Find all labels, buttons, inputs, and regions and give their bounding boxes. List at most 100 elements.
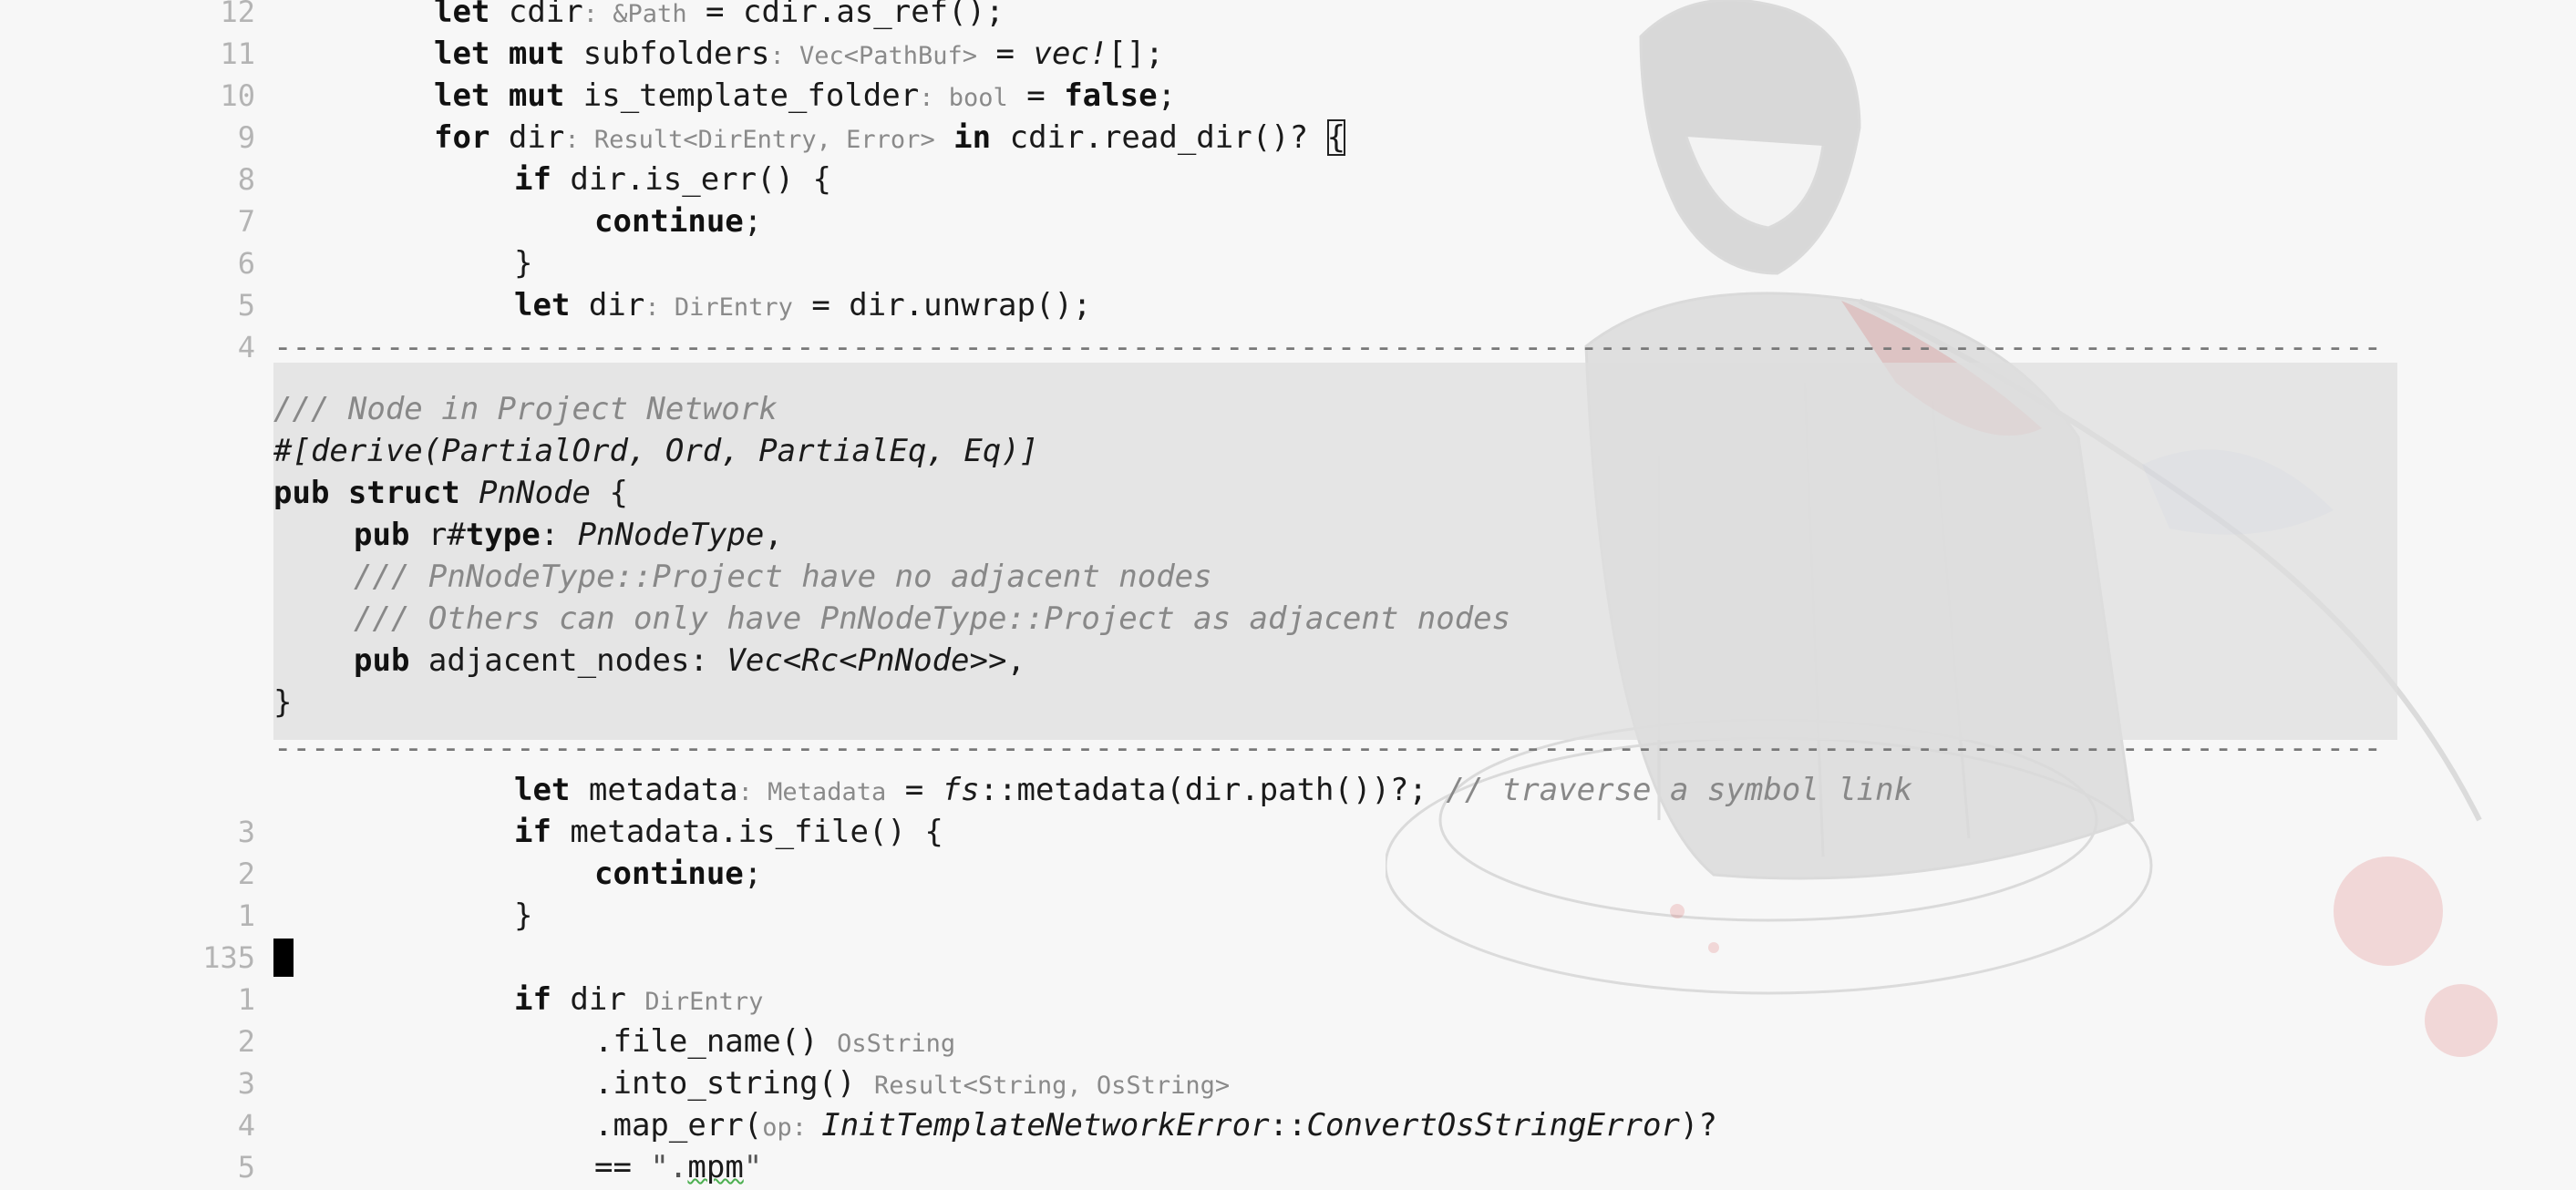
code-token: metadata <box>588 772 738 808</box>
inlay-type-hint: OsString <box>837 1030 956 1058</box>
code-line[interactable]: 1 if dir DirEntry <box>0 979 2461 1021</box>
separator-line: ----------------------------------------… <box>0 727 2461 769</box>
code-line[interactable]: 10 let mut is_template_folder: bool = fal… <box>0 75 2461 117</box>
line-number: 11 <box>220 36 255 71</box>
code-line[interactable]: pub adjacent_nodes: Vec<Rc<PnNode>>, <box>0 640 2461 682</box>
code-token: .map_err( <box>594 1107 763 1144</box>
code-comment: /// Node in Project Network <box>273 391 778 427</box>
code-comment: /// Others can only have PnNodeType::Pro… <box>354 600 1511 637</box>
code-line[interactable]: pub struct PnNode { <box>0 472 2461 514</box>
inlay-type-hint: DirEntry <box>644 988 764 1016</box>
code-token: #[derive(PartialOrd, Ord, PartialEq, Eq)… <box>273 433 1039 469</box>
code-line[interactable]: 12 let cdir: &Path = cdir.as_ref(); <box>0 0 2461 33</box>
code-token: for <box>434 119 509 156</box>
code-line[interactable]: /// PnNodeType::Project have no adjacent… <box>0 556 2461 598</box>
code-token: == <box>594 1149 651 1185</box>
line-number: 7 <box>237 204 255 239</box>
code-line[interactable]: 1} <box>0 895 2461 937</box>
code-line[interactable]: 5 let dir: DirEntry = dir.unwrap(); <box>0 284 2461 326</box>
code-text: continue; <box>594 200 762 242</box>
code-text: if dir.is_err() { <box>514 159 831 200</box>
code-token: type <box>465 517 541 553</box>
code-text: } <box>514 895 532 937</box>
code-text: .file_name() OsString <box>594 1021 955 1065</box>
code-line[interactable]: 2 continue; <box>0 853 2461 895</box>
code-line[interactable]: 3 .into_string() Result<String, OsString> <box>0 1062 2461 1104</box>
code-line[interactable]: 7 continue; <box>0 200 2461 242</box>
code-line[interactable]: #[derive(PartialOrd, Ord, PartialEq, Eq)… <box>0 430 2461 472</box>
code-line[interactable]: 11 let mut subfolders: Vec<PathBuf> = vec… <box>0 33 2461 75</box>
line-number: 4 <box>237 330 255 364</box>
code-text: if metadata.is_file() { <box>514 811 943 853</box>
code-token: pub struct <box>273 475 479 511</box>
line-number: 5 <box>237 288 255 323</box>
code-text: } <box>514 242 532 284</box>
code-token: if <box>514 161 571 198</box>
code-line[interactable]: /// Others can only have PnNodeType::Pro… <box>0 598 2461 640</box>
code-token: if <box>514 981 571 1018</box>
code-token: mpm <box>687 1149 744 1185</box>
code-text: .into_string() Result<String, OsString> <box>594 1062 1230 1107</box>
code-line[interactable]: 3 if metadata.is_file() { <box>0 811 2461 853</box>
code-line[interactable]: 5 == ".mpm" <box>0 1146 2461 1188</box>
code-text: pub adjacent_nodes: Vec<Rc<PnNode>>, <box>354 640 1025 682</box>
code-editor[interactable]: 12 let cdir: &Path = cdir.as_ref(); 11 let … <box>0 0 2576 1190</box>
code-token: PnNodeType <box>577 517 765 553</box>
code-token: dir.is_err() { <box>570 161 831 198</box>
code-line[interactable]: 6} <box>0 242 2461 284</box>
line-number: 1 <box>237 982 255 1017</box>
code-token: continue <box>594 856 744 892</box>
code-token: = <box>1007 77 1065 114</box>
code-token: false <box>1064 77 1158 114</box>
line-number: 9 <box>237 120 255 155</box>
code-token: let <box>434 0 509 30</box>
code-token: = <box>977 36 1034 72</box>
code-token: ConvertOsStringError <box>1306 1107 1680 1144</box>
line-number: 3 <box>237 815 255 849</box>
code-token: Vec<Rc<PnNode>> <box>726 642 1007 679</box>
inlay-type-hint: op: <box>762 1113 822 1142</box>
code-token: { <box>591 475 628 511</box>
code-line[interactable]: 135 <box>0 937 2461 979</box>
code-token: dir <box>588 287 645 323</box>
line-number: 135 <box>202 940 255 975</box>
code-line[interactable]: 9 for dir: Result<DirEntry, Error> in cdi… <box>0 117 2461 159</box>
dashed-separator: ----------------------------------------… <box>273 730 2379 766</box>
code-line[interactable]: /// Node in Project Network <box>0 388 2461 430</box>
code-line[interactable]: 8 if dir.is_err() { <box>0 159 2461 200</box>
code-text: let mut is_template_folder: bool = false… <box>434 75 1176 119</box>
code-line[interactable]: } <box>0 682 2461 723</box>
code-token: , <box>1006 642 1025 679</box>
inlay-type-hint: : DirEntry <box>644 293 793 322</box>
line-number: 2 <box>237 857 255 891</box>
code-token: } <box>514 898 533 934</box>
code-token: .into_string() <box>594 1065 875 1102</box>
code-token: cdir <box>508 0 583 30</box>
code-text: /// Others can only have PnNodeType::Pro… <box>354 598 1510 640</box>
code-line[interactable]: 4 .map_err(op: InitTemplateNetworkError::… <box>0 1104 2461 1146</box>
code-text: == ".mpm" <box>594 1146 762 1188</box>
code-token: if <box>514 814 571 850</box>
code-line[interactable]: 2 .file_name() OsString <box>0 1021 2461 1062</box>
code-token: in <box>934 119 1010 156</box>
code-token: ; <box>1157 77 1177 114</box>
code-token: subfolders <box>582 36 770 72</box>
inlay-type-hint: : &Path <box>582 0 687 28</box>
code-token: = cdir.as_ref(); <box>686 0 1005 30</box>
code-token: dir <box>508 119 565 156</box>
code-token: let mut <box>434 36 583 72</box>
code-token: .file_name() <box>594 1023 838 1060</box>
line-number: 8 <box>237 162 255 197</box>
code-token: dir <box>570 981 645 1018</box>
line-number: 4 <box>237 1108 255 1143</box>
code-token: :: <box>1269 1107 1307 1144</box>
code-token: = dir.unwrap(); <box>792 287 1092 323</box>
line-number: 2 <box>237 1024 255 1059</box>
line-number: 5 <box>237 1150 255 1185</box>
code-line[interactable]: let metadata: Metadata = fs::metadata(di… <box>0 769 2461 811</box>
text-cursor <box>273 939 294 977</box>
code-line[interactable]: pub r#type: PnNodeType, <box>0 514 2461 556</box>
code-token: { <box>1326 119 1346 156</box>
line-number: 12 <box>220 0 255 29</box>
code-text: pub r#type: PnNodeType, <box>354 514 783 556</box>
